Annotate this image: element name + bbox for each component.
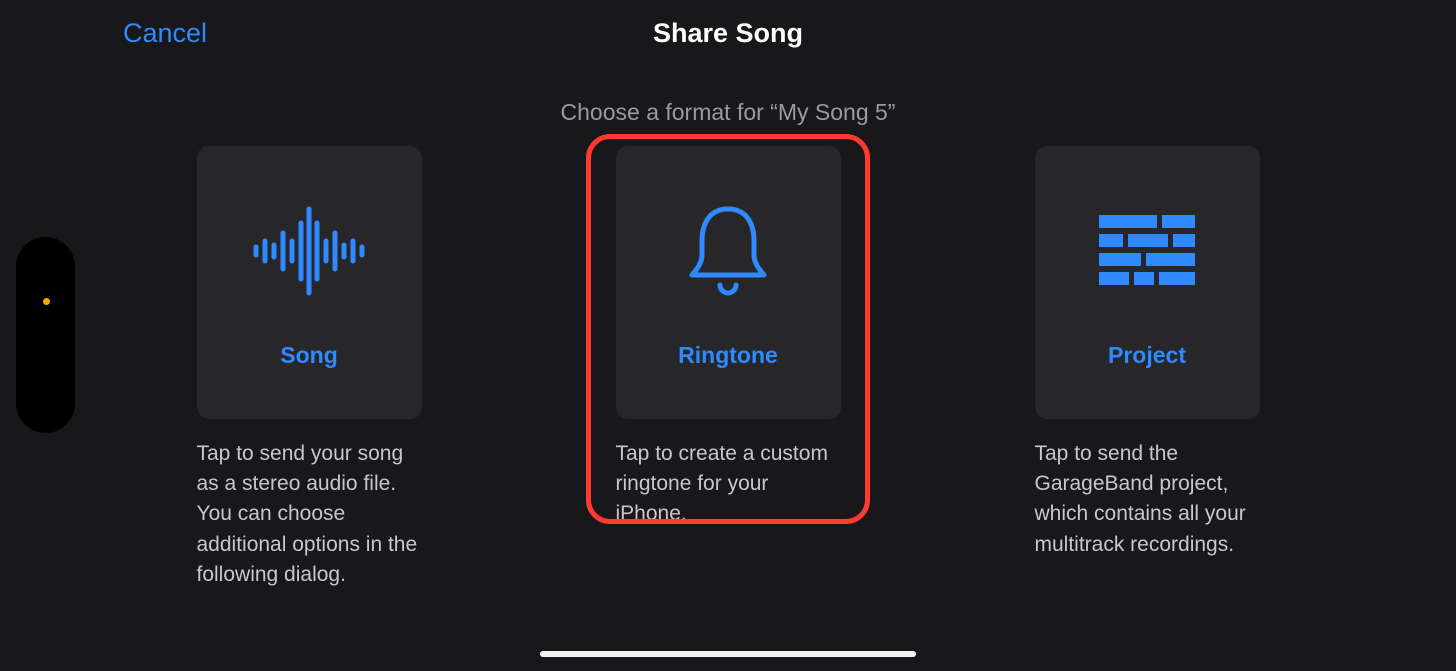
song-desc: Tap to send your song as a stereo audio …: [197, 439, 422, 590]
waveform-icon: [249, 196, 369, 306]
project-card[interactable]: Project: [1035, 146, 1260, 419]
bell-icon: [668, 196, 788, 306]
song-card[interactable]: Song: [197, 146, 422, 419]
subtitle: Choose a format for “My Song 5”: [0, 99, 1456, 126]
options-row: Song Tap to send your song as a stereo a…: [0, 146, 1456, 590]
ringtone-label: Ringtone: [678, 342, 778, 369]
ringtone-card[interactable]: Ringtone: [616, 146, 841, 419]
song-label: Song: [280, 342, 338, 369]
dynamic-island: [16, 237, 75, 433]
option-ringtone: Ringtone Tap to create a custom ringtone…: [616, 146, 841, 590]
option-project: Project Tap to send the GarageBand proje…: [1035, 146, 1260, 590]
tracks-icon: [1087, 196, 1207, 306]
home-indicator[interactable]: [540, 651, 916, 657]
ringtone-desc: Tap to create a custom ringtone for your…: [616, 439, 841, 530]
option-song: Song Tap to send your song as a stereo a…: [197, 146, 422, 590]
project-label: Project: [1108, 342, 1186, 369]
page-title: Share Song: [0, 18, 1456, 49]
project-desc: Tap to send the GarageBand project, whic…: [1035, 439, 1260, 560]
